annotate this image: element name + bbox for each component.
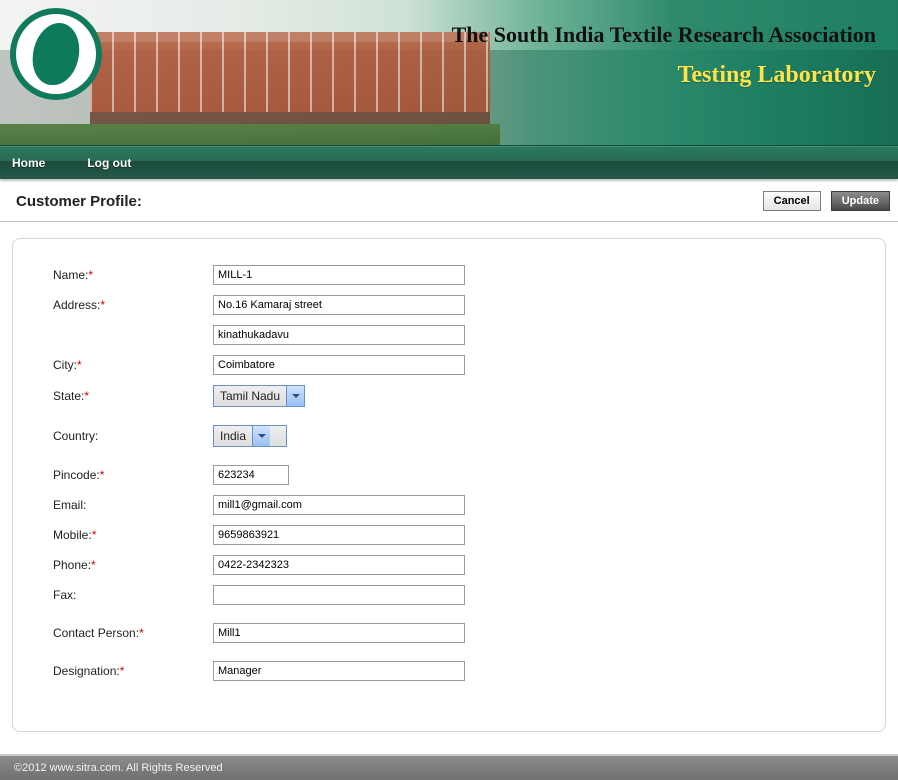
page-title: Customer Profile: <box>16 193 142 210</box>
header-banner: The South India Textile Research Associa… <box>0 0 898 146</box>
mobile-input[interactable] <box>213 525 465 545</box>
org-title: The South India Textile Research Associa… <box>452 22 876 48</box>
footer: ©2012 www.sitra.com. All Rights Reserved <box>0 754 898 780</box>
label-mobile: Mobile:* <box>53 528 213 542</box>
cancel-button[interactable]: Cancel <box>763 191 821 211</box>
label-email: Email: <box>53 498 213 512</box>
label-country: Country: <box>53 429 213 443</box>
designation-input[interactable] <box>213 661 465 681</box>
name-input[interactable] <box>213 265 465 285</box>
label-phone: Phone:* <box>53 558 213 572</box>
nav-home[interactable]: Home <box>12 156 65 170</box>
building-illustration <box>90 32 490 124</box>
label-fax: Fax: <box>53 588 213 602</box>
email-input[interactable] <box>213 495 465 515</box>
main-nav: Home Log out <box>0 146 898 179</box>
state-value: Tamil Nadu <box>220 389 280 403</box>
address2-input[interactable] <box>213 325 465 345</box>
nav-logout[interactable]: Log out <box>87 156 151 170</box>
pincode-input[interactable] <box>213 465 289 485</box>
label-city: City:* <box>53 358 213 372</box>
sitra-logo <box>10 8 102 100</box>
phone-input[interactable] <box>213 555 465 575</box>
contact-input[interactable] <box>213 623 465 643</box>
page-title-row: Customer Profile: Cancel Update <box>0 179 898 222</box>
label-pincode: Pincode:* <box>53 468 213 482</box>
form-panel: Name:* Address:* City:* State:* Tamil Na… <box>12 238 886 732</box>
country-value: India <box>220 429 246 443</box>
logo-mark <box>30 23 83 85</box>
label-contact: Contact Person:* <box>53 626 213 640</box>
label-designation: Designation:* <box>53 664 213 678</box>
country-select[interactable]: India <box>213 425 287 447</box>
chevron-down-icon <box>286 386 304 406</box>
city-input[interactable] <box>213 355 465 375</box>
label-state: State:* <box>53 389 213 403</box>
org-subtitle: Testing Laboratory <box>678 62 876 89</box>
state-select[interactable]: Tamil Nadu <box>213 385 305 407</box>
label-address: Address:* <box>53 298 213 312</box>
fax-input[interactable] <box>213 585 465 605</box>
action-buttons: Cancel Update <box>763 191 890 211</box>
update-button[interactable]: Update <box>831 191 890 211</box>
label-name: Name:* <box>53 268 213 282</box>
chevron-down-icon <box>252 426 270 446</box>
address1-input[interactable] <box>213 295 465 315</box>
